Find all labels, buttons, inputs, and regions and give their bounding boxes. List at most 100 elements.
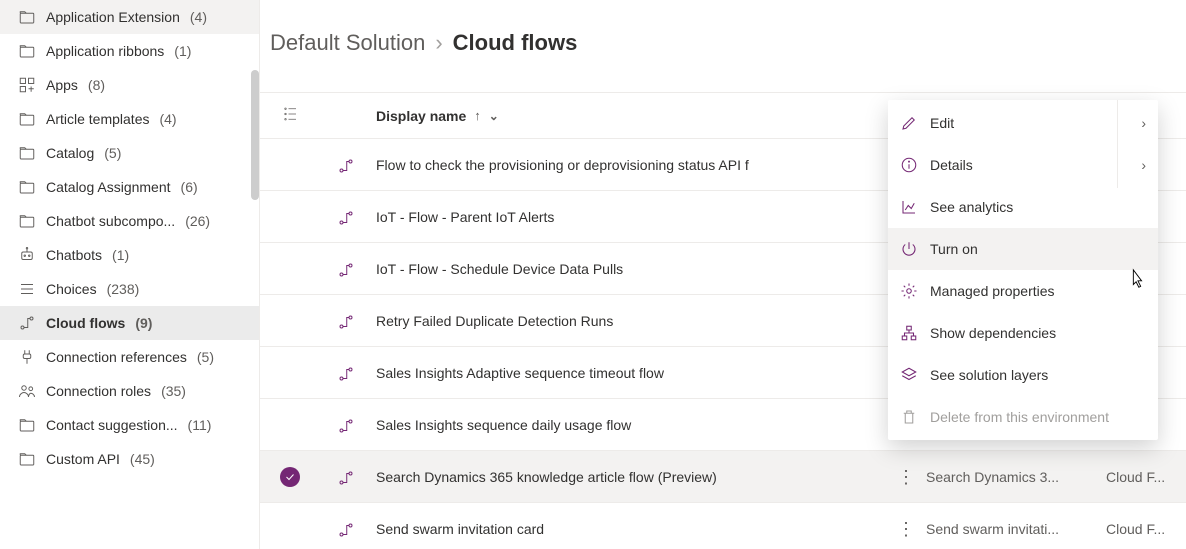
sidebar-item-count: (8) [88,77,105,93]
flow-icon [18,314,36,332]
folder-icon [18,178,36,196]
breadcrumb-parent[interactable]: Default Solution [270,30,425,56]
ctx-item-label: Delete from this environment [930,409,1146,425]
flow-icon [337,209,353,225]
sidebar-item-count: (4) [190,9,207,25]
sidebar-item-label: Application ribbons [46,43,164,59]
ctx-item-label: See analytics [930,199,1146,215]
chevron-right-icon: › [1141,157,1146,173]
chevron-right-icon: › [435,30,442,56]
sidebar-item-application-ribbons[interactable]: Application ribbons (1) [0,34,259,68]
ctx-show-dependencies[interactable]: Show dependencies [888,312,1158,354]
ctx-see-solution-layers[interactable]: See solution layers [888,354,1158,396]
row-display-name: Flow to check the provisioning or deprov… [370,157,886,173]
sidebar-item-count: (238) [107,281,140,297]
sidebar-item-label: Article templates [46,111,149,127]
sidebar-item-label: Catalog Assignment [46,179,171,195]
flow-icon [337,469,353,485]
breadcrumb: Default Solution › Cloud flows [270,30,1186,92]
layers-icon [900,366,918,384]
ctx-item-label: Details [930,157,1129,173]
sidebar-item-count: (1) [112,247,129,263]
ctx-item-label: Edit [930,115,1129,131]
chart-icon [900,198,918,216]
row-display-name: Search Dynamics 365 knowledge article fl… [370,469,886,485]
bot-icon [18,246,36,264]
ctx-turn-on[interactable]: Turn on [888,228,1158,270]
select-all-toggle-icon[interactable] [281,105,299,126]
ctx-see-analytics[interactable]: See analytics [888,186,1158,228]
breadcrumb-current: Cloud flows [453,30,578,56]
sidebar-item-count: (9) [135,315,152,331]
sidebar-item-connection-references[interactable]: Connection references (5) [0,340,259,374]
sidebar-item-count: (11) [188,417,212,433]
chevron-right-icon: › [1141,115,1146,131]
folder-icon [18,8,36,26]
folder-icon [18,212,36,230]
sidebar-item-choices[interactable]: Choices (238) [0,272,259,306]
sidebar-item-label: Connection roles [46,383,151,399]
sidebar-item-count: (45) [130,451,155,467]
sidebar-item-count: (4) [159,111,176,127]
sidebar-item-label: Chatbots [46,247,102,263]
trash-icon [900,408,918,426]
sidebar-item-label: Connection references [46,349,187,365]
gear-icon [900,282,918,300]
row-display-name: Sales Insights sequence daily usage flow [370,417,886,433]
cursor-pointer-icon [1126,268,1148,290]
sidebar-item-contact-suggestion[interactable]: Contact suggestion... (11) [0,408,259,442]
ctx-item-label: Turn on [930,241,1146,257]
sidebar-item-label: Contact suggestion... [46,417,178,433]
sidebar-item-apps[interactable]: Apps (8) [0,68,259,102]
sidebar-item-custom-api[interactable]: Custom API (45) [0,442,259,476]
sidebar-item-count: (35) [161,383,186,399]
flow-icon [337,157,353,173]
row-more-button[interactable]: ⋮ [897,520,915,538]
sidebar-item-count: (5) [197,349,214,365]
row-more-button[interactable]: ⋮ [897,468,915,486]
sidebar-item-count: (26) [185,213,210,229]
ctx-item-label: Managed properties [930,283,1146,299]
apps-icon [18,76,36,94]
sidebar-item-label: Cloud flows [46,315,125,331]
sidebar-item-article-templates[interactable]: Article templates (4) [0,102,259,136]
row-col-3: Cloud F... [1106,521,1186,537]
plug-icon [18,348,36,366]
row-col-3: Cloud F... [1106,469,1186,485]
sidebar-item-chatbot-subcompo[interactable]: Chatbot subcompo... (26) [0,204,259,238]
sidebar-item-catalog[interactable]: Catalog (5) [0,136,259,170]
row-display-name: Send swarm invitation card [370,521,886,537]
table-row[interactable]: Search Dynamics 365 knowledge article fl… [260,450,1186,502]
sidebar-item-label: Application Extension [46,9,180,25]
sidebar-item-label: Choices [46,281,97,297]
folder-icon [18,450,36,468]
ctx-item-label: Show dependencies [930,325,1146,341]
sidebar-item-chatbots[interactable]: Chatbots (1) [0,238,259,272]
row-display-name: IoT - Flow - Parent IoT Alerts [370,209,886,225]
row-checked-icon[interactable] [280,467,300,487]
sidebar-item-catalog-assignment[interactable]: Catalog Assignment (6) [0,170,259,204]
column-header-display-name[interactable]: Display name ↑ ⌄ [370,108,886,124]
people-icon [18,382,36,400]
ctx-managed-properties[interactable]: Managed properties [888,270,1158,312]
flow-icon [337,417,353,433]
flow-icon [337,261,353,277]
table-row[interactable]: Send swarm invitation card⋮Send swarm in… [260,502,1186,549]
sidebar-item-count: (1) [174,43,191,59]
sidebar-item-label: Apps [46,77,78,93]
sort-asc-icon: ↑ [474,108,481,123]
sidebar-item-count: (6) [181,179,198,195]
sidebar-item-cloud-flows[interactable]: Cloud flows (9) [0,306,259,340]
sidebar-item-connection-roles[interactable]: Connection roles (35) [0,374,259,408]
ctx-delete-from-this-environment: Delete from this environment [888,396,1158,438]
folder-icon [18,416,36,434]
scrollbar-thumb[interactable] [251,70,259,200]
column-header-label: Display name [376,108,466,124]
row-display-name: IoT - Flow - Schedule Device Data Pulls [370,261,886,277]
sidebar-item-label: Custom API [46,451,120,467]
sidebar-item-label: Chatbot subcompo... [46,213,175,229]
ctx-item-label: See solution layers [930,367,1146,383]
sidebar-item-application-extension[interactable]: Application Extension (4) [0,0,259,34]
sidebar-item-label: Catalog [46,145,94,161]
folder-icon [18,42,36,60]
